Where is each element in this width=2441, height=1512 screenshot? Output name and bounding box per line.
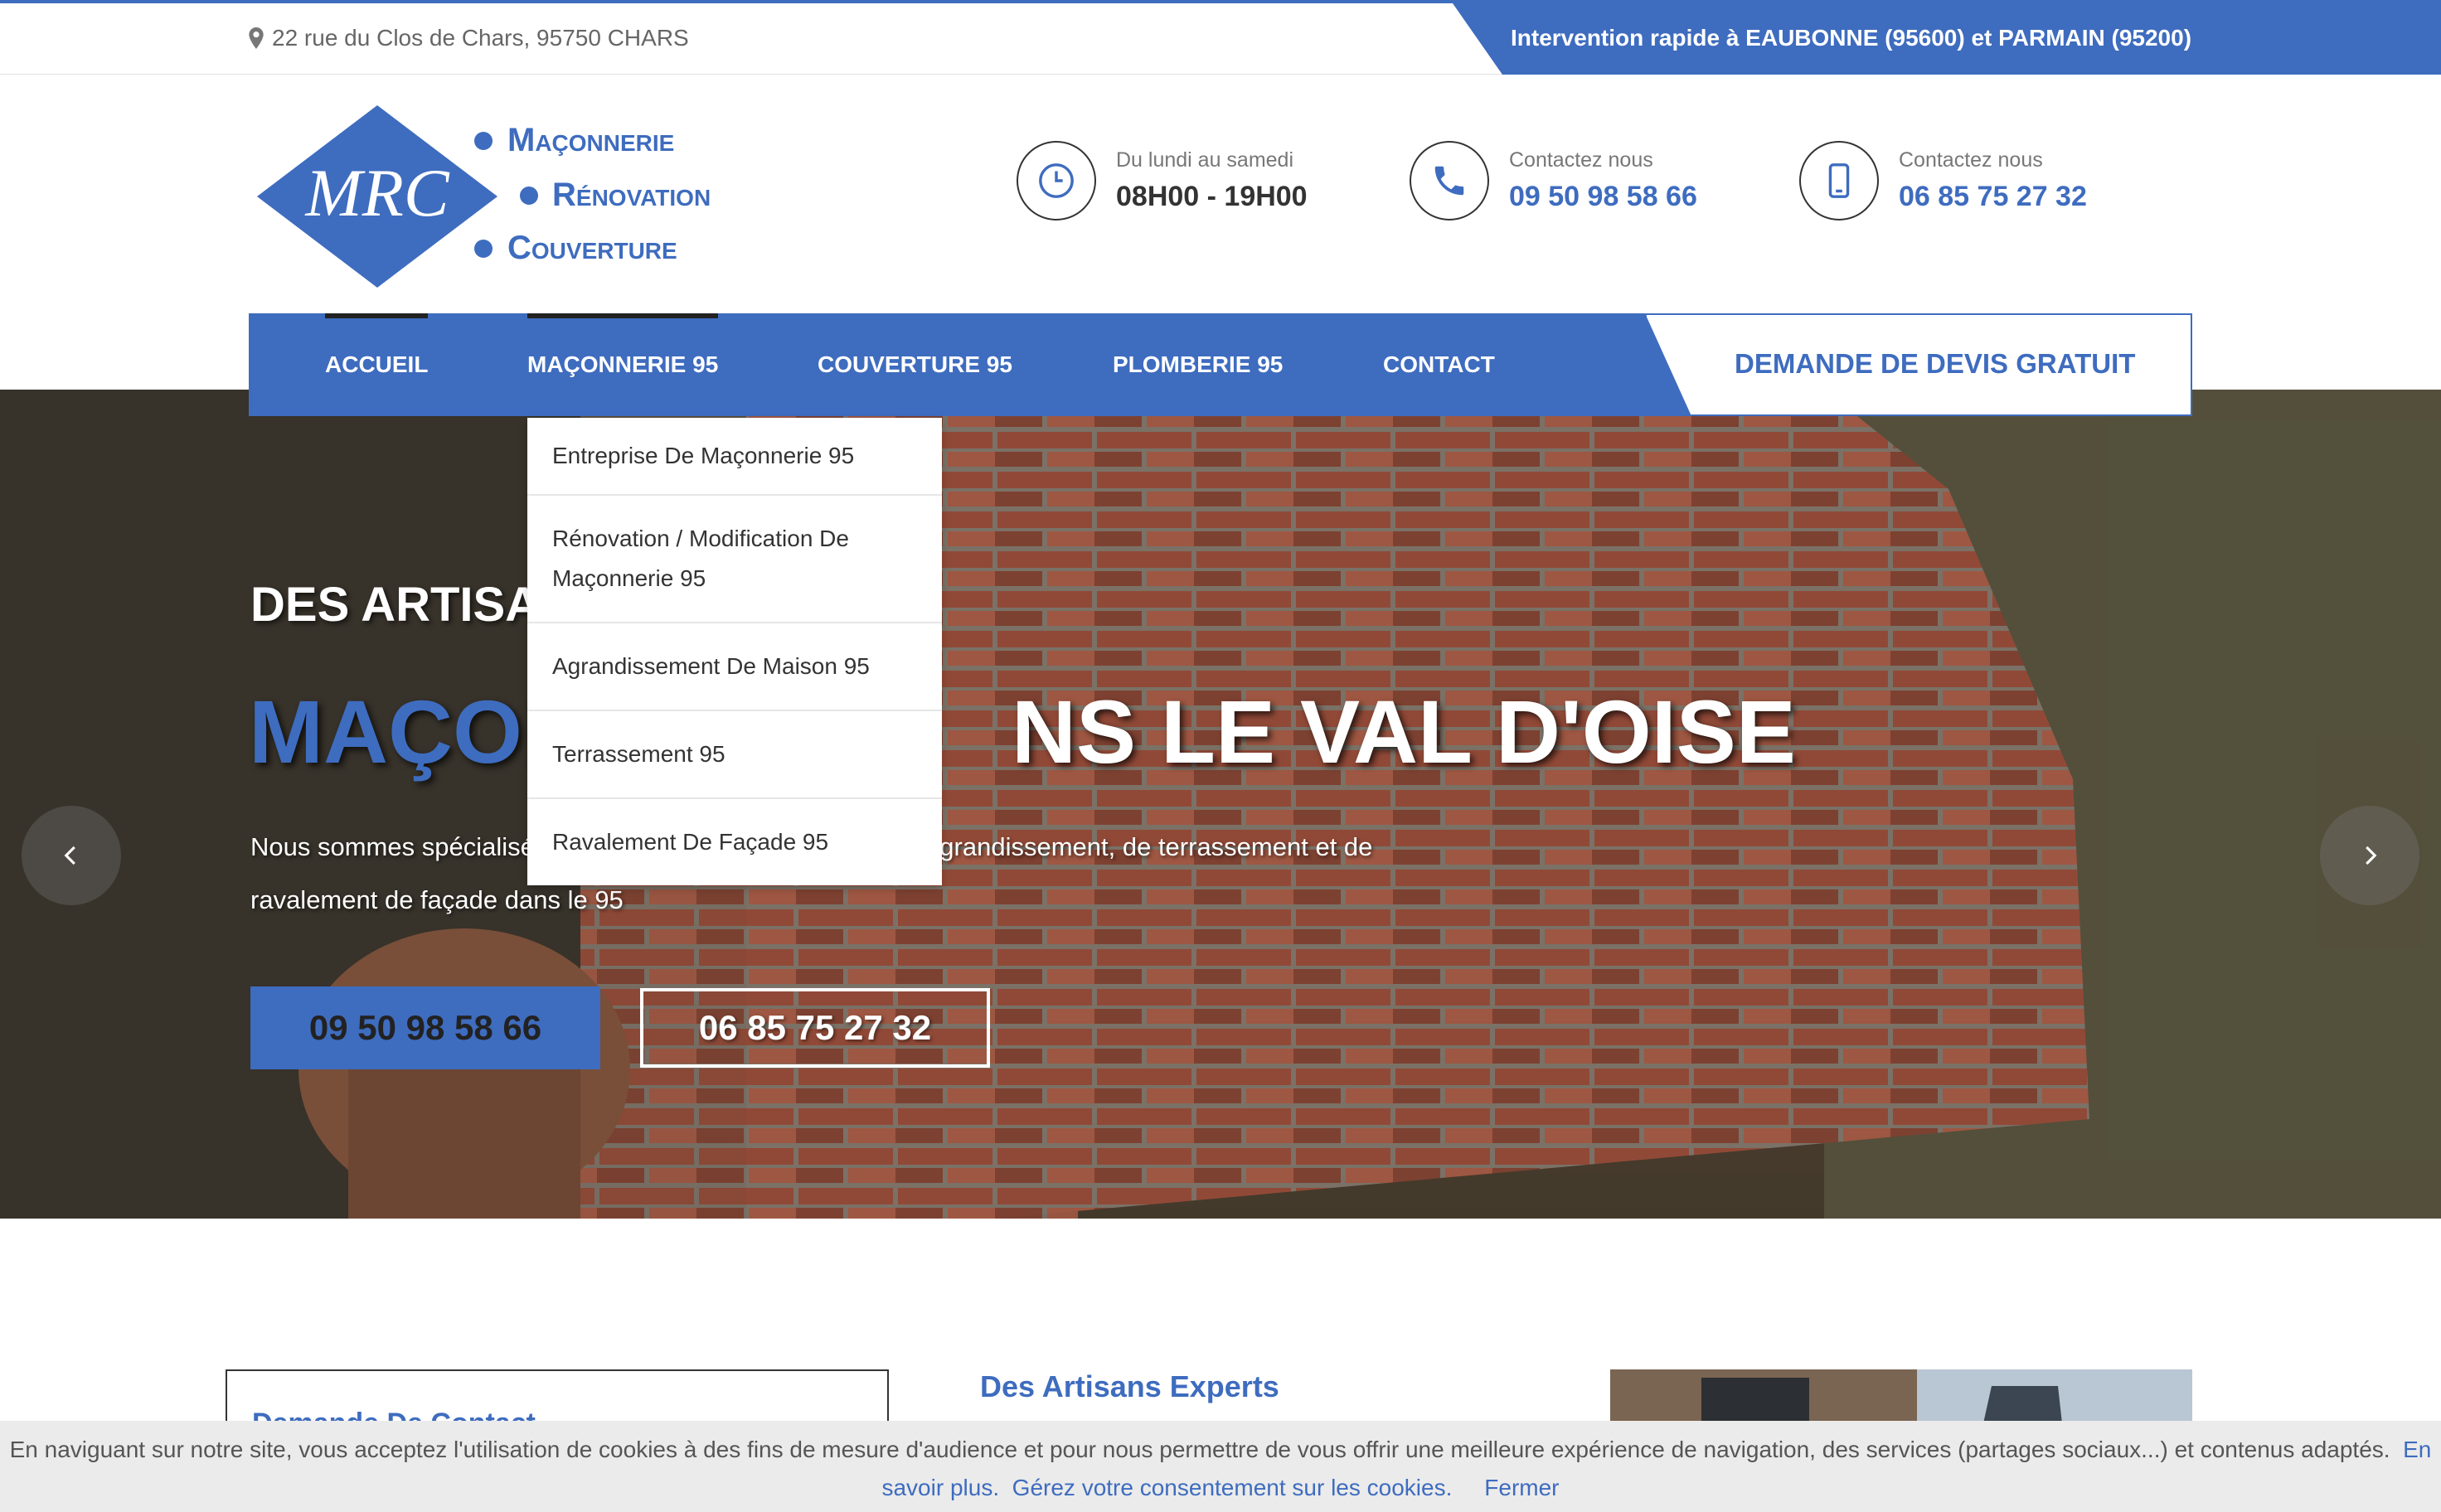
logo-line1: Maçonnerie bbox=[507, 122, 674, 158]
nav-item-accueil[interactable]: ACCUEIL bbox=[325, 313, 429, 416]
logo[interactable]: MRC Maçonnerie Rénovation Couverture bbox=[249, 101, 779, 292]
nav-item-maconnerie[interactable]: MAÇONNERIE 95 bbox=[527, 313, 719, 416]
cookie-text: En naviguant sur notre site, vous accept… bbox=[9, 1437, 2390, 1462]
hours-value: 08H00 - 19H00 bbox=[1116, 181, 1308, 212]
phone-label: Contactez nous bbox=[1509, 148, 1653, 172]
mobile-info[interactable]: Contactez nous 06 85 75 27 32 bbox=[1799, 141, 2087, 220]
hero-slider: DES ARTISA MAÇON NS LE VAL D'OISE Nous so… bbox=[0, 390, 2441, 1219]
cookie-close-button[interactable]: Fermer bbox=[1484, 1475, 1559, 1500]
hero-title: MAÇON NS LE VAL D'OISE bbox=[249, 680, 1796, 783]
devis-label: DEMANDE DE DEVIS GRATUIT bbox=[1735, 348, 2136, 379]
nav-item-couverture[interactable]: COUVERTURE 95 bbox=[818, 313, 1012, 416]
logo-initials: MRC bbox=[304, 155, 449, 230]
hero-background-image bbox=[0, 390, 2441, 1219]
chevron-right-icon bbox=[2366, 846, 2377, 865]
slider-prev-button[interactable] bbox=[22, 806, 121, 905]
hero-phone-button[interactable]: 09 50 98 58 66 bbox=[250, 986, 600, 1069]
nav-active-indicator bbox=[325, 313, 429, 318]
dropdown-item[interactable]: Entreprise De Maçonnerie 95 bbox=[527, 418, 942, 496]
mobile-icon bbox=[1799, 141, 1879, 220]
dropdown-item[interactable]: Terrassement 95 bbox=[527, 711, 942, 799]
hero-mobile-button[interactable]: 06 85 75 27 32 bbox=[640, 988, 990, 1068]
hours-info: Du lundi au samedi 08H00 - 19H00 bbox=[1017, 141, 1308, 220]
logo-line2: Rénovation bbox=[552, 177, 711, 213]
nav-item-plomberie[interactable]: PLOMBERIE 95 bbox=[1113, 313, 1283, 416]
hero-title-white: NS LE VAL D'OISE bbox=[1011, 681, 1796, 782]
phone-value[interactable]: 09 50 98 58 66 bbox=[1509, 181, 1697, 213]
cookie-consent-link[interactable]: Gérez votre consentement sur les cookies… bbox=[1012, 1475, 1453, 1500]
maconnerie-dropdown: Entreprise De Maçonnerie 95 Rénovation /… bbox=[527, 418, 942, 885]
slider-next-button[interactable] bbox=[2320, 806, 2419, 905]
main-nav: ACCUEIL MAÇONNERIE 95 COUVERTURE 95 PLOM… bbox=[249, 313, 2192, 416]
chevron-left-icon bbox=[64, 846, 75, 865]
cookie-banner: En naviguant sur notre site, vous accept… bbox=[0, 1421, 2441, 1512]
hero-subtitle: DES ARTISA bbox=[250, 578, 541, 632]
intervention-text: Intervention rapide à EAUBONNE (95600) e… bbox=[1511, 25, 2192, 51]
map-pin-icon bbox=[249, 27, 264, 49]
hours-label: Du lundi au samedi bbox=[1116, 148, 1294, 172]
dropdown-item[interactable]: Ravalement De Façade 95 bbox=[527, 799, 942, 885]
mobile-label: Contactez nous bbox=[1899, 148, 2043, 172]
intervention-banner: Intervention rapide à EAUBONNE (95600) e… bbox=[1453, 3, 2441, 75]
dropdown-item[interactable]: Agrandissement De Maison 95 bbox=[527, 623, 942, 711]
devis-button[interactable]: DEMANDE DE DEVIS GRATUIT bbox=[1645, 313, 2192, 416]
phone-icon bbox=[1410, 141, 1489, 220]
experts-heading: Des Artisans Experts bbox=[980, 1369, 1279, 1403]
logo-line3: Couverture bbox=[507, 230, 677, 266]
address: 22 rue du Clos de Chars, 95750 CHARS bbox=[249, 25, 689, 51]
dropdown-item[interactable]: Rénovation / Modification De Maçonnerie … bbox=[527, 496, 942, 623]
clock-icon bbox=[1017, 141, 1096, 220]
mobile-value[interactable]: 06 85 75 27 32 bbox=[1899, 181, 2087, 213]
nav-item-contact[interactable]: CONTACT bbox=[1383, 313, 1495, 416]
top-bar: 22 rue du Clos de Chars, 95750 CHARS Int… bbox=[0, 0, 2441, 75]
nav-hover-indicator bbox=[527, 313, 719, 318]
address-text: 22 rue du Clos de Chars, 95750 CHARS bbox=[272, 25, 689, 51]
phone-info[interactable]: Contactez nous 09 50 98 58 66 bbox=[1410, 141, 1697, 220]
